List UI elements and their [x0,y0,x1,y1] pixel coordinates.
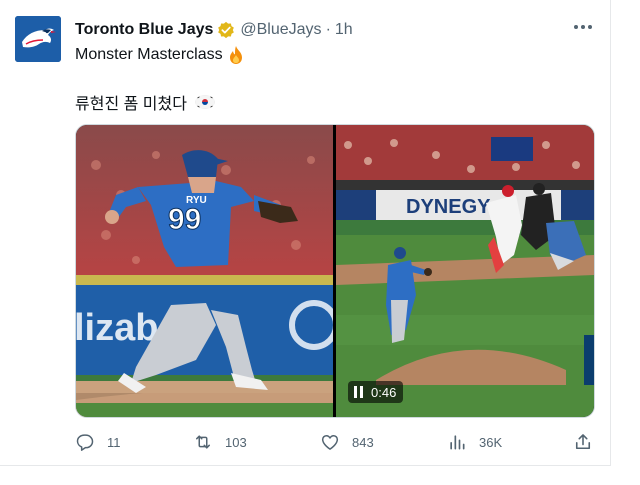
author-name[interactable]: Toronto Blue Jays [75,21,213,39]
reply-button[interactable]: 11 [75,430,121,454]
korea-flag-emoji-icon [194,95,215,109]
blue-jays-logo-icon [15,16,61,62]
tweet-card[interactable]: Toronto Blue Jays @BlueJays · 1h Monster… [0,0,611,466]
video-time-text: 0:46 [371,384,397,400]
tweet-text: Monster Masterclass [75,46,223,63]
game-video-frame: DYNEGY [336,125,594,417]
tweet-text-korean: 류현진 폼 미쳤다 [75,96,187,113]
share-icon [575,434,591,450]
author-handle[interactable]: @BlueJays [240,21,321,39]
views-chart-icon [450,435,465,450]
more-dot-icon [588,25,592,29]
like-count: 843 [352,434,374,450]
separator-dot: · [325,21,331,38]
stadium-ad-text: DYNEGY [406,196,491,218]
heart-icon [321,435,339,450]
views-count: 36K [479,434,503,450]
tweet-media[interactable]: lizabe RYU 99 DYNEGY 0:46 [75,124,595,418]
game-video[interactable]: DYNEGY 0:46 [336,125,594,417]
views-button[interactable]: 36K [447,430,502,454]
share-button[interactable] [573,430,593,454]
retweet-icon [196,435,210,449]
pitcher-photo[interactable]: lizabe RYU 99 [76,125,333,417]
like-button[interactable]: 843 [320,430,374,454]
reply-count: 11 [107,434,121,450]
pause-icon[interactable] [354,386,364,398]
tweet-header: Toronto Blue Jays @BlueJays · 1h [75,20,353,40]
more-dot-icon [581,25,585,29]
author-avatar[interactable] [15,16,61,62]
more-options-button[interactable] [572,16,594,38]
more-dot-icon [574,25,578,29]
tweet-actions: 11 103 843 36K [75,430,595,454]
reply-icon [76,434,94,451]
retweet-button[interactable]: 103 [193,430,247,454]
jersey-number: 99 [168,203,201,236]
pitcher-photo-image: lizabe RYU 99 [76,125,333,417]
tweet-text-line-2: 류현진 폼 미쳤다 [75,90,215,114]
verified-badge-icon [218,21,235,39]
fire-emoji-icon [229,46,242,64]
video-timestamp[interactable]: 0:46 [348,381,404,403]
tweet-text-line-1: Monster Masterclass [75,45,245,65]
tweet-timestamp[interactable]: 1h [335,21,353,39]
retweet-count: 103 [225,434,247,450]
